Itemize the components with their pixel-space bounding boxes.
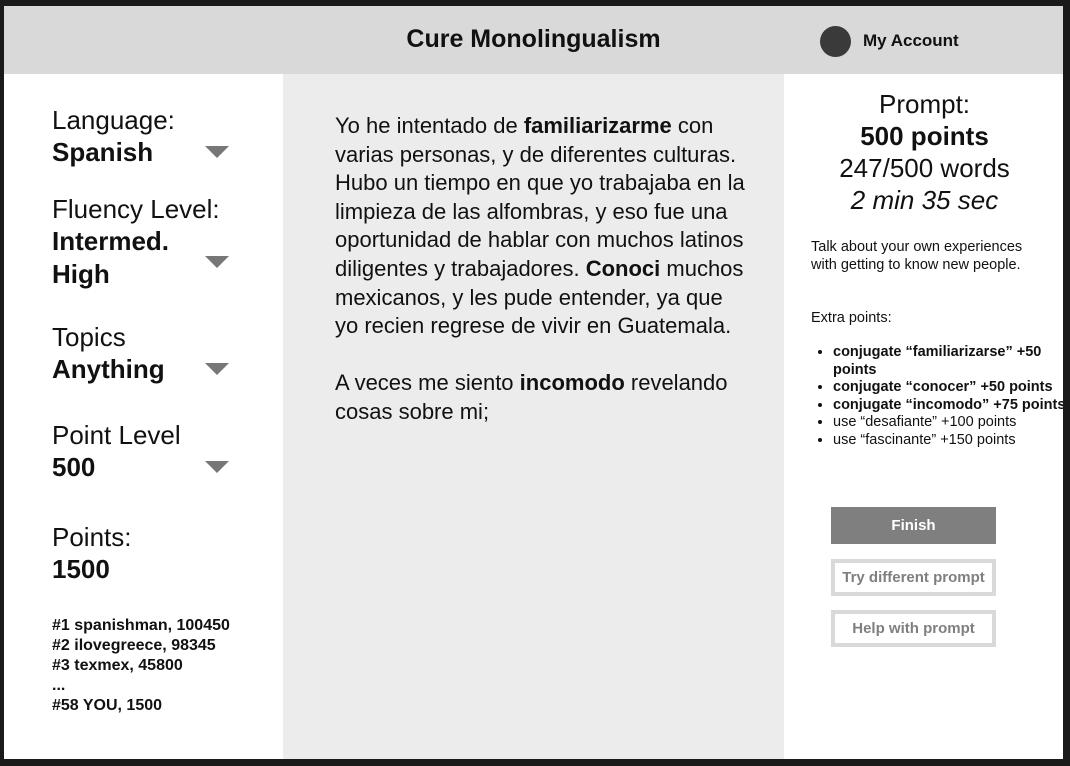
app-window: Cure Monolingualism My Account Language:…	[4, 6, 1063, 759]
chevron-down-icon[interactable]	[205, 363, 229, 375]
fluency-level-value-line1[interactable]: Intermed.	[52, 225, 252, 258]
extra-point-item: use “desafiante” +100 points	[833, 414, 1063, 432]
chevron-down-icon[interactable]	[205, 256, 229, 268]
my-account-label[interactable]: My Account	[863, 31, 959, 51]
timer: 2 min 35 sec	[850, 185, 999, 215]
settings-sidebar: Language: Spanish Fluency Level: Interme…	[4, 74, 283, 759]
points-label: Points:	[52, 522, 132, 552]
point-level-dropdown[interactable]: Point Level 500	[52, 419, 252, 484]
highlighted-word: familiarizarme	[523, 113, 672, 138]
essay-text-span: Yo he intentado de	[335, 113, 524, 138]
essay-text-span: A veces me siento	[335, 370, 520, 396]
leaderboard-entry: #3 texmex, 45800	[52, 657, 183, 674]
chevron-down-icon[interactable]	[205, 146, 229, 158]
leaderboard: #1 spanishman, 100450 #2 ilovegreece, 98…	[52, 616, 230, 716]
prompt-points: 500 points	[860, 121, 989, 151]
points-display: Points: 1500	[52, 521, 252, 586]
topics-dropdown[interactable]: Topics Anything	[52, 321, 252, 386]
highlighted-word: Conoci	[585, 255, 661, 281]
prompt-header: Prompt: 500 points 247/500 words 2 min 3…	[784, 88, 1063, 216]
extra-point-item: use “fascinante” +150 points	[833, 432, 1063, 450]
prompt-title: Prompt:	[878, 89, 971, 119]
leaderboard-entry-you: #58 YOU, 1500	[52, 697, 163, 714]
extra-point-item: conjugate “incomodo” +75 points	[833, 397, 1063, 415]
extra-points-list: conjugate “familiarizarse” +50 points co…	[811, 344, 1063, 450]
topics-label: Topics	[52, 322, 126, 352]
finish-button[interactable]: Finish	[831, 507, 996, 544]
highlighted-word: incomodo	[519, 370, 625, 396]
language-dropdown[interactable]: Language: Spanish	[52, 104, 252, 169]
point-level-label: Point Level	[52, 420, 181, 450]
word-count: 247/500 words	[839, 153, 1010, 183]
writing-area[interactable]: Yo he intentado de familiarizarme con va…	[283, 74, 784, 759]
points-value: 1500	[52, 554, 110, 584]
prompt-panel: Prompt: 500 points 247/500 words 2 min 3…	[784, 74, 1063, 759]
essay-text[interactable]: Yo he intentado de familiarizarme con va…	[335, 112, 745, 455]
fluency-level-label: Fluency Level:	[52, 194, 220, 224]
my-account-button[interactable]: My Account	[820, 25, 959, 57]
language-label: Language:	[52, 105, 175, 135]
help-with-prompt-button[interactable]: Help with prompt	[831, 610, 996, 647]
try-different-prompt-button[interactable]: Try different prompt	[831, 559, 996, 596]
essay-paragraph[interactable]: Yo he intentado de familiarizarme con va…	[335, 112, 745, 341]
extra-point-item: conjugate “familiarizarse” +50 points	[833, 344, 1063, 379]
leaderboard-entry: #2 ilovegreece, 98345	[52, 637, 216, 654]
prompt-description: Talk about your own experiences with get…	[811, 239, 1023, 273]
fluency-level-dropdown[interactable]: Fluency Level: Intermed. High	[52, 193, 252, 291]
chevron-down-icon[interactable]	[205, 461, 229, 473]
leaderboard-entry: #1 spanishman, 100450	[52, 617, 230, 634]
leaderboard-ellipsis: ...	[52, 677, 66, 694]
extra-points-title: Extra points:	[811, 310, 892, 326]
header-bar: Cure Monolingualism My Account	[4, 6, 1063, 74]
avatar-icon[interactable]	[820, 25, 851, 57]
extra-point-item: conjugate “conocer” +50 points	[833, 379, 1063, 397]
essay-paragraph[interactable]: A veces me siento incomodo revelando cos…	[335, 369, 745, 426]
